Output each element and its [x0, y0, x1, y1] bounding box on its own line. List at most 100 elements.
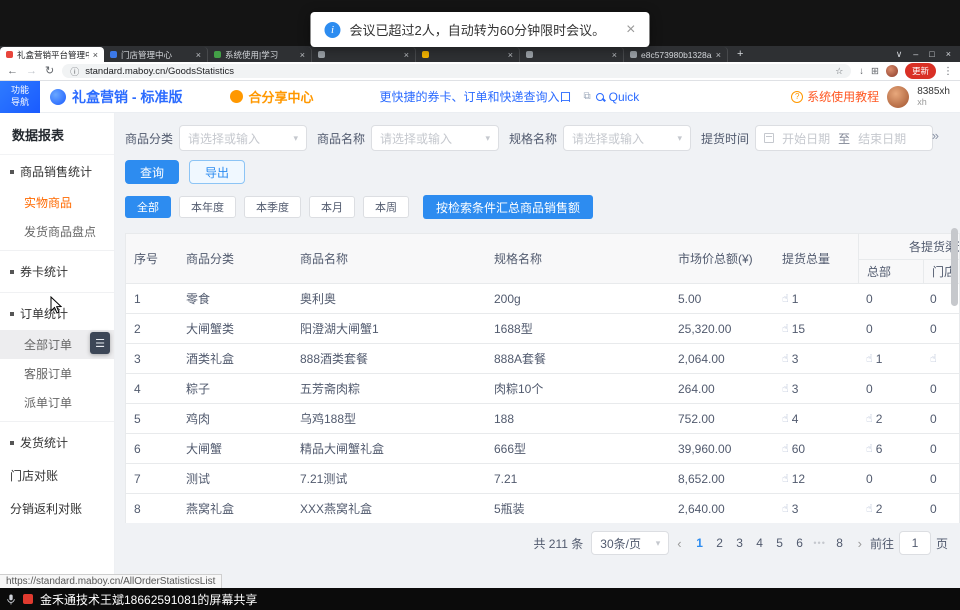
tab-search-icon[interactable]: ∨ — [896, 49, 903, 60]
quick-filters: 全部本年度本季度本月本周 — [125, 196, 409, 218]
browser-tab[interactable]: 门店管理中心× — [104, 47, 208, 62]
scrollbar-thumb[interactable] — [951, 228, 958, 306]
pointer-hand-icon[interactable]: ☝ — [866, 442, 873, 455]
cell-market-total: 25,320.00 — [670, 314, 774, 343]
browser-tab[interactable]: × — [312, 47, 416, 62]
sidebar-item[interactable]: 券卡统计 — [0, 255, 114, 288]
pointer-hand-icon[interactable]: ☝ — [782, 292, 789, 305]
page-size-select[interactable]: 30条/页 ▾ — [591, 531, 669, 555]
tab-close-icon[interactable]: × — [612, 50, 617, 60]
sidebar-item[interactable]: 发货商品盘点 — [0, 217, 114, 246]
browser-tab[interactable]: 系统使用|学习× — [208, 47, 312, 62]
filter-select[interactable]: 请选择或输入▾ — [371, 125, 499, 151]
tutorial-link[interactable]: ? 系统使用教程 — [791, 88, 879, 105]
pagination-page[interactable]: 8 — [830, 531, 850, 555]
goto-page-input[interactable] — [899, 531, 931, 555]
date-range-picker[interactable]: 开始日期 至 结束日期 — [755, 125, 933, 151]
address-bar[interactable]: ⓘ standard.maboy.cn/GoodsStatistics ☆ — [62, 64, 851, 78]
reload-icon[interactable]: ↻ — [45, 66, 54, 77]
tab-close-icon[interactable]: × — [196, 50, 201, 60]
sidebar-item[interactable]: 派单订单 — [0, 388, 114, 417]
sidebar-item[interactable]: 分销返利对账 — [0, 492, 114, 525]
window-close-icon[interactable]: × — [946, 49, 951, 59]
bookmark-star-icon[interactable]: ☆ — [835, 66, 843, 77]
filter-select[interactable]: 请选择或输入▾ — [563, 125, 691, 151]
pointer-hand-icon[interactable]: ☝ — [782, 442, 789, 455]
sidebar-item[interactable]: 发货统计 — [0, 426, 114, 459]
cell-value: 1 — [792, 292, 799, 306]
browser-menu-icon[interactable]: ⋮ — [943, 66, 953, 77]
pagination-page[interactable]: 6 — [790, 531, 810, 555]
download-icon[interactable]: ↓ — [859, 66, 864, 77]
site-info-icon[interactable]: ⓘ — [70, 65, 79, 78]
extensions-icon[interactable]: ⊞ — [871, 66, 879, 77]
pointer-hand-icon[interactable]: ☝ — [782, 352, 789, 365]
minimize-icon[interactable]: – — [913, 49, 918, 59]
sidebar-item[interactable]: 门店对账 — [0, 459, 114, 492]
cell-name: 乌鸡188型 — [292, 404, 486, 433]
tab-close-icon[interactable]: × — [716, 50, 721, 60]
table-row: 7测试7.21测试7.218,652.00☝1200 — [126, 464, 959, 494]
search-button[interactable]: 查询 — [125, 160, 179, 184]
sidebar-item[interactable]: 订单统计 — [0, 297, 114, 330]
sidebar-item-label: 实物商品 — [24, 194, 72, 211]
pagination-page[interactable]: 5 — [770, 531, 790, 555]
pointer-hand-icon[interactable]: ☝ — [782, 472, 789, 485]
tab-close-icon[interactable]: × — [508, 50, 513, 60]
pagination-page[interactable]: 3 — [730, 531, 750, 555]
pointer-hand-icon[interactable]: ☝ — [782, 502, 789, 515]
browser-profile-avatar[interactable] — [886, 65, 898, 77]
pointer-hand-icon[interactable]: ☝ — [866, 502, 873, 515]
quick-filter-button[interactable]: 本季度 — [244, 196, 301, 218]
back-icon[interactable]: ← — [7, 66, 18, 77]
tab-close-icon[interactable]: × — [93, 50, 98, 60]
browser-tab[interactable]: 礼盒营销平台管理中心× — [0, 47, 104, 62]
sidebar-item[interactable]: 商品销售统计 — [0, 155, 114, 188]
maximize-icon[interactable]: □ — [929, 49, 934, 59]
forward-icon[interactable]: → — [26, 66, 37, 77]
new-tab-button[interactable]: + — [728, 48, 752, 60]
next-page-icon[interactable]: › — [858, 536, 862, 551]
table-header: 序号 商品分类 商品名称 规格名称 市场价总额(¥) 提货总量 各提货渠道 总部… — [126, 234, 959, 284]
share-center-link[interactable]: 合分享中心 — [230, 87, 313, 106]
tab-close-icon[interactable]: × — [404, 50, 409, 60]
collapse-panel-icon[interactable]: » — [932, 128, 938, 143]
user-avatar[interactable] — [887, 86, 909, 108]
pointer-hand-icon[interactable]: ☝ — [930, 352, 937, 365]
browser-tab[interactable]: e8c573980b1328a258fd2e6f× — [624, 47, 728, 62]
tab-close-icon[interactable]: × — [300, 50, 305, 60]
sidebar-item-label: 发货商品盘点 — [24, 223, 96, 240]
sidebar-toggle-button[interactable]: ☰ — [90, 332, 110, 354]
quick-filter-button[interactable]: 本月 — [309, 196, 355, 218]
browser-tab[interactable]: × — [416, 47, 520, 62]
url-text[interactable]: standard.maboy.cn/GoodsStatistics — [85, 66, 829, 77]
prev-page-icon[interactable]: ‹ — [677, 536, 681, 551]
user-name: 8385xh — [917, 86, 950, 98]
export-button[interactable]: 导出 — [189, 160, 245, 184]
browser-tab[interactable]: × — [520, 47, 624, 62]
quick-filter-button[interactable]: 全部 — [125, 196, 171, 218]
pagination-page[interactable]: 2 — [710, 531, 730, 555]
info-icon: i — [324, 22, 340, 38]
filter-label: 提货时间 — [701, 130, 749, 147]
function-nav-button[interactable]: 功能 导航 — [0, 81, 40, 113]
close-icon[interactable]: × — [626, 22, 635, 38]
sidebar-item[interactable]: 实物商品 — [0, 188, 114, 217]
quick-search-link[interactable]: ⧉ Quick — [583, 90, 639, 104]
pointer-hand-icon[interactable]: ☝ — [866, 412, 873, 425]
sidebar-item[interactable]: 客服订单 — [0, 359, 114, 388]
pagination-page[interactable]: 1 — [690, 531, 710, 555]
pointer-hand-icon[interactable]: ☝ — [866, 352, 873, 365]
pagination-page[interactable]: 4 — [750, 531, 770, 555]
pointer-hand-icon[interactable]: ☝ — [782, 412, 789, 425]
quick-filter-button[interactable]: 本年度 — [179, 196, 236, 218]
pointer-hand-icon[interactable]: ☝ — [782, 382, 789, 395]
cell-category: 测试 — [178, 464, 292, 493]
cell-category: 燕窝礼盒 — [178, 494, 292, 523]
pointer-hand-icon[interactable]: ☝ — [782, 322, 789, 335]
quick-filter-row: 全部本年度本季度本月本周 按检索条件汇总商品销售额 — [125, 195, 960, 219]
summary-button[interactable]: 按检索条件汇总商品销售额 — [423, 195, 593, 219]
browser-update-button[interactable]: 更新 — [905, 63, 936, 79]
quick-filter-button[interactable]: 本周 — [363, 196, 409, 218]
filter-select[interactable]: 请选择或输入▾ — [179, 125, 307, 151]
